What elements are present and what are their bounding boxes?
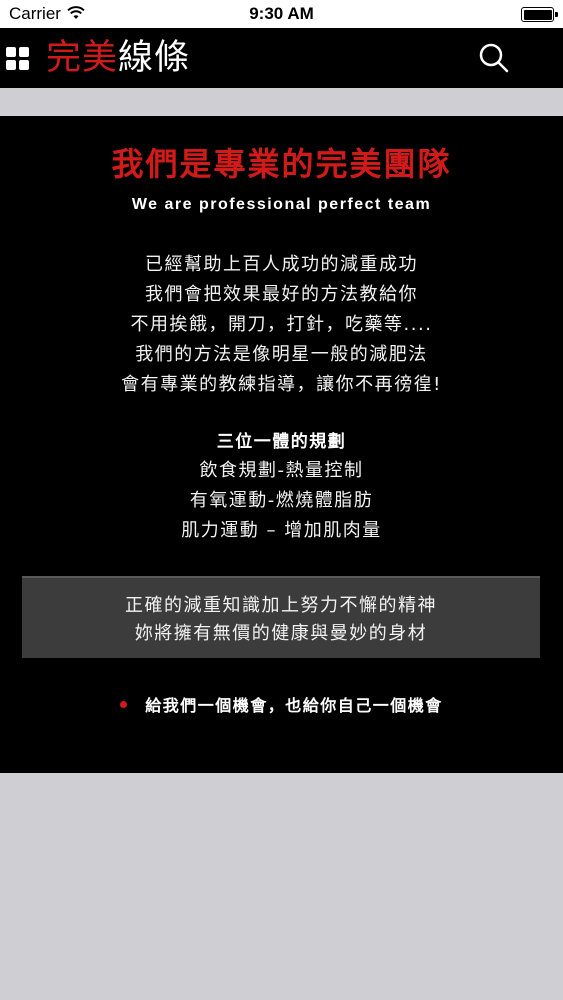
plan-item: 有氧運動-燃燒體脂肪 — [189, 490, 374, 511]
call-to-action: 給我們一個機會，也給你自己一個機會 — [0, 692, 563, 716]
page-subtitle: We are professional perfect team — [131, 196, 432, 213]
page-title: 我們是專業的完美團隊 — [111, 145, 452, 183]
battery-icon — [521, 7, 558, 22]
intro-line: 我們會把效果最好的方法教給你 — [145, 284, 418, 305]
promo-panel: 我們是專業的完美團隊 We are professional perfect t… — [0, 116, 563, 773]
clock-time: 9:30 AM — [249, 4, 314, 23]
intro-line: 已經幫助上百人成功的減重成功 — [145, 254, 418, 275]
bullet-dot-icon — [120, 701, 128, 708]
header-spacer — [0, 88, 563, 116]
brand-logo: 完美線條 — [46, 36, 190, 80]
grid-menu-icon[interactable] — [6, 47, 29, 70]
call-to-action-text: 給我們一個機會，也給你自己一個機會 — [145, 696, 443, 715]
intro-line: 不用挨餓，開刀，打針，吃藥等.... — [130, 314, 433, 335]
brand-title-red: 完美 — [46, 38, 119, 78]
search-icon[interactable] — [478, 42, 510, 74]
status-bar: Carrier 9:30 AM — [0, 0, 563, 28]
plan-item: 肌力運動 – 增加肌肉量 — [181, 520, 382, 541]
intro-line: 會有專業的教練指導，讓你不再徬徨! — [121, 374, 442, 395]
intro-text: 已經幫助上百人成功的減重成功 我們會把效果最好的方法教給你 不用挨餓，開刀，打針… — [0, 250, 563, 400]
intro-line: 我們的方法是像明星一般的減肥法 — [135, 344, 428, 365]
quote-line: 正確的減重知識加上努力不懈的精神 — [125, 595, 437, 616]
brand-title-white: 線條 — [118, 38, 191, 78]
quote-line: 妳將擁有無價的健康與曼妙的身材 — [134, 623, 428, 644]
quote-box: 正確的減重知識加上努力不懈的精神 妳將擁有無價的健康與曼妙的身材 — [22, 576, 540, 658]
plan-list: 飲食規劃-熱量控制 有氧運動-燃燒體脂肪 肌力運動 – 增加肌肉量 — [0, 456, 563, 546]
plan-item: 飲食規劃-熱量控制 — [199, 460, 364, 481]
plan-title: 三位一體的規劃 — [216, 432, 347, 452]
